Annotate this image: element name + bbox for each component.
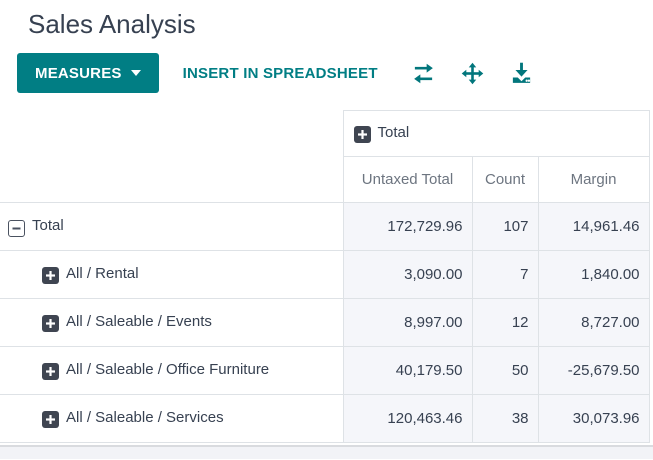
collapse-icon[interactable] [8,219,25,237]
toolbar: MEASURES INSERT IN SPREADSHEET [17,53,653,93]
column-group-header-total[interactable]: Total [342,110,650,157]
row-label: All / Rental [66,265,139,282]
expand-icon[interactable] [42,267,59,284]
cell-count: 12 [472,298,539,347]
flip-axis-button[interactable] [410,60,437,87]
cell-untaxed-total: 120,463.46 [343,394,473,443]
pivot-view: Sales Analysis MEASURES INSERT IN SPREAD… [0,0,653,460]
pivot-row-office-furniture: All / Saleable / Office Furniture 40,179… [0,346,650,395]
pivot-table: Total Untaxed Total Count Margin Total 1… [0,110,650,443]
cell-untaxed-total: 3,090.00 [343,250,473,299]
row-label: All / Saleable / Office Furniture [66,361,270,378]
row-label: All / Saleable / Events [66,313,212,330]
cell-margin: 1,840.00 [538,250,650,299]
cell-count: 7 [472,250,539,299]
flip-axis-icon [412,62,435,85]
row-label: All / Saleable / Services [66,409,224,426]
measures-button-label: MEASURES [35,64,122,82]
pivot-row-services: All / Saleable / Services 120,463.46 38 … [0,394,650,443]
expand-all-icon [461,62,484,85]
cell-count: 107 [472,202,539,251]
table-footer-strip [0,445,653,459]
expand-icon[interactable] [42,411,59,428]
cell-untaxed-total: 172,729.96 [343,202,473,251]
download-icon [510,62,533,85]
expand-icon[interactable] [353,126,371,143]
insert-in-spreadsheet-button[interactable]: INSERT IN SPREADSHEET [183,65,378,82]
measure-header-count[interactable]: Count [471,156,539,203]
row-label: Total [32,216,64,234]
cell-margin: 30,073.96 [538,394,650,443]
measure-header-untaxed-total[interactable]: Untaxed Total [342,156,473,203]
column-group-label: Total [377,124,410,141]
row-header-office-furniture[interactable]: All / Saleable / Office Furniture [0,346,344,395]
row-header-rental[interactable]: All / Rental [0,250,344,299]
column-group-header-row: Total [0,110,650,203]
cell-untaxed-total: 8,997.00 [343,298,473,347]
cell-untaxed-total: 40,179.50 [343,346,473,395]
cell-count: 50 [472,346,539,395]
pivot-row-rental: All / Rental 3,090.00 7 1,840.00 [0,250,650,299]
expand-icon[interactable] [42,363,59,380]
cell-margin: 8,727.00 [538,298,650,347]
row-header-services[interactable]: All / Saleable / Services [0,394,344,443]
row-header-events[interactable]: All / Saleable / Events [0,298,344,347]
expand-icon[interactable] [42,315,59,332]
measures-button[interactable]: MEASURES [17,53,159,93]
download-button[interactable] [508,60,535,87]
row-header-total[interactable]: Total [0,202,344,251]
corner-cell [0,110,344,203]
chevron-down-icon [130,70,141,76]
cell-margin: -25,679.50 [538,346,650,395]
cell-count: 38 [472,394,539,443]
page-title: Sales Analysis [28,9,196,39]
measure-header-margin[interactable]: Margin [537,156,650,203]
pivot-row-total: Total 172,729.96 107 14,961.46 [0,202,650,251]
cell-margin: 14,961.46 [538,202,650,251]
expand-all-button[interactable] [459,60,486,87]
pivot-row-events: All / Saleable / Events 8,997.00 12 8,72… [0,298,650,347]
